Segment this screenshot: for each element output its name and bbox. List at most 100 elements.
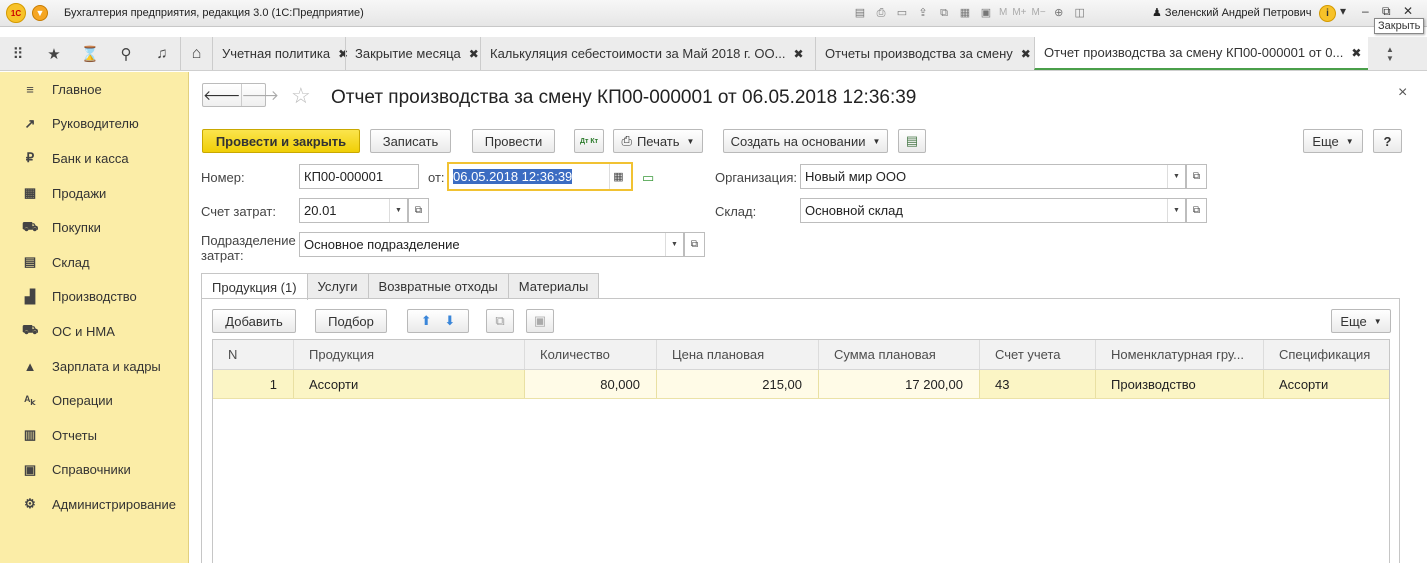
column-header-plan-sum[interactable]: Сумма плановая [819,340,980,369]
open-division-icon[interactable]: ⧉ [684,232,705,257]
zoom-icon[interactable]: ⊕ [1051,5,1067,21]
minimize-icon[interactable]: – [1362,4,1369,18]
warehouse-field[interactable]: Основной склад ▼ [800,198,1186,223]
column-header-n[interactable]: N [213,340,294,369]
search-icon[interactable]: ⚲ [108,37,144,70]
restore-icon[interactable]: ⧉ [1382,4,1391,19]
open-warehouse-icon[interactable]: ⧉ [1186,198,1207,223]
window-close-icon[interactable]: ✕ [1403,4,1413,18]
back-arrow-icon[interactable]: 🡐 [203,84,241,106]
current-user[interactable]: ♟ Зеленский Андрей Петрович [1152,6,1312,19]
column-header-plan-price[interactable]: Цена плановая [657,340,819,369]
tab-services[interactable]: Услуги [306,273,369,299]
upload-icon[interactable]: ⇪ [915,5,931,21]
sidebar-item-purchases[interactable]: ⛟ Покупки [0,210,188,245]
division-field[interactable]: Основное подразделение ▼ [299,232,684,257]
table-more-button[interactable]: Еще ▼ [1331,309,1391,333]
memory-minus-button[interactable]: M− [1032,5,1046,21]
sidebar-item-main[interactable]: ≡ Главное [0,72,188,107]
cost-account-field[interactable]: 20.01 ▼ [299,198,408,223]
print-button[interactable]: ⎙ Печать ▼ [613,129,703,153]
home-icon[interactable]: ⌂ [180,37,212,70]
chevron-down-icon[interactable]: ▼ [389,199,407,222]
save-button[interactable]: Записать [370,129,451,153]
arrow-down-icon[interactable]: ⬇ [444,313,455,329]
favorites-star-icon[interactable]: ★ [36,37,72,70]
panels-icon[interactable]: ◫ [1072,5,1088,21]
structure-icon[interactable]: ▤ [898,129,926,153]
favorite-star-icon[interactable]: ☆ [291,83,311,109]
add-row-button[interactable]: Добавить [212,309,296,333]
info-icon[interactable]: i [1319,5,1336,22]
cell-product[interactable]: Ассорти [294,370,525,398]
forward-arrow-icon[interactable]: 🡒 [240,84,279,106]
cell-specification[interactable]: Ассорти [1264,370,1389,398]
bell-icon[interactable]: ♫ [144,37,180,70]
tabs-scroll[interactable]: ▲ ▼ [1386,37,1394,70]
close-icon[interactable]: ✖ [469,47,479,61]
sidebar-item-catalogs[interactable]: ▣ Справочники [0,453,188,488]
sidebar-item-administration[interactable]: ⚙ Администрирование [0,487,188,522]
memory-m-button[interactable]: M [999,5,1007,21]
chevron-up-icon[interactable]: ▲ [1386,45,1394,54]
sidebar-item-production[interactable]: ▟ Производство [0,280,188,315]
number-field[interactable]: КП00-000001 [299,164,419,189]
apps-grid-icon[interactable]: ⠿ [0,37,36,70]
tab-materials[interactable]: Материалы [507,273,600,299]
post-and-close-button[interactable]: Провести и закрыть [202,129,360,153]
tab-returnable-waste[interactable]: Возвратные отходы [367,273,509,299]
main-menu-button[interactable]: ▼ [32,5,48,21]
sidebar-item-salary[interactable]: ▲ Зарплата и кадры [0,349,188,384]
create-based-on-button[interactable]: Создать на основании ▼ [723,129,888,153]
chevron-down-icon[interactable]: ▾ [1340,4,1346,18]
tab-accounting-policy[interactable]: Учетная политика ✖ [212,37,348,70]
column-header-product[interactable]: Продукция [294,340,525,369]
more-button[interactable]: Еще ▼ [1303,129,1363,153]
column-header-account[interactable]: Счет учета [980,340,1096,369]
arrow-up-icon[interactable]: ⬆ [421,313,432,329]
close-icon[interactable]: ✖ [793,47,803,61]
save-icon[interactable]: ▤ [852,5,868,21]
copy-icon[interactable]: ⧉ [936,5,952,21]
cell-quantity[interactable]: 80,000 [525,370,657,398]
tab-shift-reports[interactable]: Отчеты производства за смену ✖ [815,37,1034,70]
open-organization-icon[interactable]: ⧉ [1186,164,1207,189]
tab-cost-calculation[interactable]: Калькуляция себестоимости за Май 2018 г.… [480,37,815,70]
calendar-icon[interactable]: ▦ [609,164,627,189]
history-icon[interactable]: ⌛ [72,37,108,70]
memory-plus-button[interactable]: M+ [1012,5,1026,21]
print-icon[interactable]: ⎙ [873,5,889,21]
date-edit-icon[interactable]: ▭ [642,170,654,186]
chevron-down-icon[interactable]: ▼ [1386,54,1394,63]
post-button[interactable]: Провести [472,129,555,153]
close-form-icon[interactable]: × [1398,84,1407,102]
sidebar-item-fixed-assets[interactable]: ⛟ ОС и НМА [0,314,188,349]
dt-kt-button[interactable]: Дт Кт [574,129,604,153]
calculator-icon[interactable]: ▦ [957,5,973,21]
column-header-item-group[interactable]: Номенклатурная гру... [1096,340,1264,369]
sidebar-item-warehouse[interactable]: ▤ Склад [0,245,188,280]
tab-month-closing[interactable]: Закрытие месяца ✖ [345,37,480,70]
sidebar-item-manager[interactable]: ↗ Руководителю [0,107,188,142]
column-header-quantity[interactable]: Количество [525,340,657,369]
tab-shift-report-document[interactable]: Отчет производства за смену КП00-000001 … [1034,37,1368,70]
table-row[interactable]: 1 Ассорти 80,000 215,00 17 200,00 43 Про… [213,370,1389,399]
organization-field[interactable]: Новый мир ООО ▼ [800,164,1186,189]
date-field[interactable]: 06.05.2018 12:36:39 ▦ [447,162,633,191]
sidebar-item-sales[interactable]: ▦ Продажи [0,176,188,211]
calendar-icon[interactable]: ▣ [978,5,994,21]
cell-plan-price[interactable]: 215,00 [657,370,819,398]
preview-icon[interactable]: ▭ [894,5,910,21]
chevron-down-icon[interactable]: ▼ [1167,199,1185,222]
cell-plan-sum[interactable]: 17 200,00 [819,370,980,398]
sidebar-item-bank[interactable]: ₽ Банк и касса [0,141,188,176]
cell-account[interactable]: 43 [980,370,1096,398]
tab-products[interactable]: Продукция (1) [201,273,308,300]
paste-row-icon[interactable]: ▣ [526,309,554,333]
cell-n[interactable]: 1 [213,370,294,398]
help-button[interactable]: ? [1373,129,1402,153]
column-header-specification[interactable]: Спецификация [1264,340,1389,369]
chevron-down-icon[interactable]: ▼ [1167,165,1185,188]
close-icon[interactable]: ✖ [1351,46,1361,60]
copy-row-icon[interactable]: ⧉ [486,309,514,333]
